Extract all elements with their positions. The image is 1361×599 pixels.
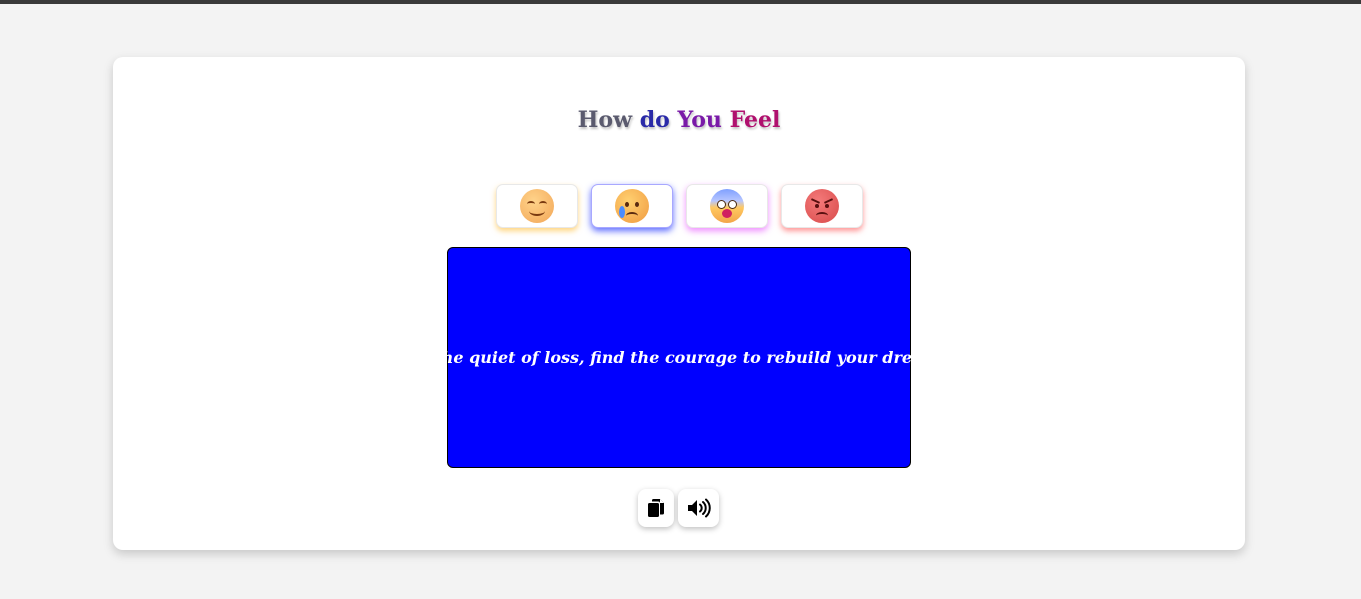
title-word: do	[639, 107, 670, 133]
title-word: How	[577, 107, 633, 133]
speak-button[interactable]	[678, 489, 719, 527]
copy-icon	[648, 499, 664, 517]
crying-face-icon	[615, 189, 649, 223]
mood-button-sad[interactable]	[591, 184, 673, 228]
angry-face-icon	[805, 189, 839, 223]
page-title: How do You Feel	[113, 105, 1245, 135]
quote-text: In the quiet of loss, find the courage t…	[409, 348, 949, 367]
mood-button-scared[interactable]	[686, 184, 768, 228]
mood-quote-card: How do You Feel In the quiet of loss, fi…	[113, 57, 1245, 550]
mood-selector	[496, 184, 863, 228]
fearful-face-icon	[710, 189, 744, 223]
speaker-icon	[687, 498, 711, 518]
title-word: Feel	[729, 107, 781, 133]
title-word: You	[677, 107, 722, 133]
copy-button[interactable]	[638, 489, 674, 527]
quote-box: In the quiet of loss, find the courage t…	[410, 247, 948, 468]
mood-button-angry[interactable]	[781, 184, 863, 228]
smiling-face-icon	[520, 189, 554, 223]
top-bar	[0, 0, 1361, 4]
mood-button-happy[interactable]	[496, 184, 578, 228]
